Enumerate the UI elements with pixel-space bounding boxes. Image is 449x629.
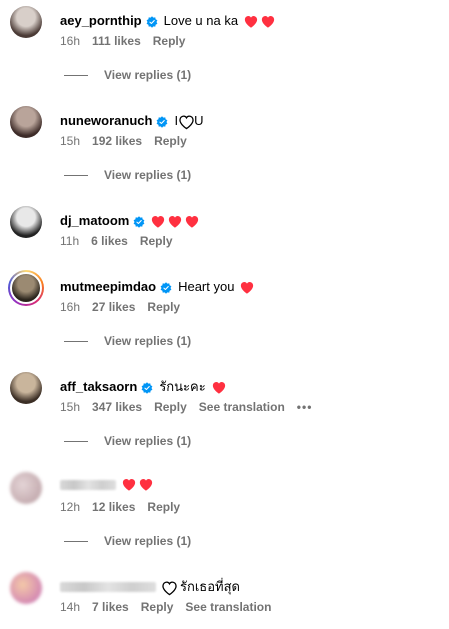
comment-text-after: U: [194, 113, 204, 128]
verified-badge-icon: [160, 281, 172, 294]
avatar[interactable]: [10, 106, 42, 138]
comment-text: รักนะคะ: [159, 379, 206, 394]
username-link[interactable]: aey_pornthip: [60, 12, 142, 30]
likes-count[interactable]: 6 likes: [91, 234, 128, 248]
comment-text: รักเธอที่สุด: [180, 579, 240, 594]
likes-count[interactable]: 192 likes: [92, 134, 142, 148]
view-replies-label: View replies (1): [104, 534, 192, 548]
comment-meta: 15h 192 likes Reply: [60, 134, 199, 148]
verified-badge-icon: [146, 15, 158, 28]
comment-body: dj_matoom: [60, 212, 199, 230]
likes-count[interactable]: 111 likes: [92, 34, 141, 48]
likes-count[interactable]: 27 likes: [92, 300, 135, 314]
avatar[interactable]: [8, 270, 44, 306]
red-heart-icon: [244, 15, 258, 28]
username-link[interactable]: nuneworanuch: [60, 112, 152, 130]
red-heart-icon: [122, 478, 136, 491]
red-heart-icon: [212, 381, 226, 394]
comment-meta: 16h 111 likes Reply: [60, 34, 197, 48]
more-options-icon[interactable]: •••: [297, 400, 313, 414]
replies-divider: [64, 440, 88, 442]
timestamp[interactable]: 15h: [60, 134, 80, 148]
likes-count[interactable]: 347 likes: [92, 400, 142, 414]
view-replies-label: View replies (1): [104, 334, 192, 348]
comment-body: aey_pornthip Love u na ka: [60, 12, 275, 30]
see-translation-button[interactable]: See translation: [199, 400, 285, 414]
red-heart-icon: [261, 15, 275, 28]
username-link[interactable]: aff_taksaorn: [60, 378, 137, 396]
username-link[interactable]: mutmeepimdao: [60, 278, 156, 296]
replies-divider: [64, 74, 88, 76]
see-translation-button[interactable]: See translation: [185, 600, 271, 614]
avatar[interactable]: [10, 6, 42, 38]
reply-button[interactable]: Reply: [140, 234, 173, 248]
comments-list: aey_pornthip Love u na ka 16h 111 likes Repl…: [0, 0, 449, 629]
red-heart-icon: [185, 215, 199, 228]
comment-meta: 16h 27 likes Reply: [60, 300, 192, 314]
timestamp[interactable]: 16h: [60, 300, 80, 314]
view-replies-button[interactable]: View replies (1): [64, 534, 191, 548]
verified-badge-icon: [156, 115, 168, 128]
red-heart-icon: [139, 478, 153, 491]
red-heart-icon: [168, 215, 182, 228]
comment-body: [60, 478, 153, 491]
avatar[interactable]: [10, 372, 42, 404]
avatar[interactable]: [10, 472, 42, 504]
replies-divider: [64, 340, 88, 342]
red-heart-icon: [240, 281, 254, 294]
timestamp[interactable]: 12h: [60, 500, 80, 514]
timestamp[interactable]: 11h: [60, 234, 79, 248]
comment-meta: 12h 12 likes Reply: [60, 500, 192, 514]
likes-count[interactable]: 12 likes: [92, 500, 135, 514]
blurred-username[interactable]: [60, 479, 116, 490]
timestamp[interactable]: 15h: [60, 400, 80, 414]
timestamp[interactable]: 16h: [60, 34, 80, 48]
avatar[interactable]: [10, 206, 42, 238]
comment-meta: 14h 7 likes Reply See translation: [60, 600, 283, 614]
replies-divider: [64, 174, 88, 176]
outline-heart-icon: [162, 580, 177, 595]
comment-meta: 15h 347 likes Reply See translation •••: [60, 400, 324, 414]
blurred-username[interactable]: [60, 582, 156, 592]
avatar[interactable]: [10, 572, 42, 604]
comment-body: aff_taksaorn รักนะคะ: [60, 378, 226, 396]
verified-badge-icon: [141, 381, 153, 394]
comment-body: mutmeepimdao Heart you: [60, 278, 254, 296]
comment-meta: 11h 6 likes Reply: [60, 234, 185, 248]
replies-divider: [64, 540, 88, 542]
reply-button[interactable]: Reply: [141, 600, 174, 614]
view-replies-button[interactable]: View replies (1): [64, 434, 191, 448]
comment-body: รักเธอที่สุด: [60, 578, 240, 596]
view-replies-button[interactable]: View replies (1): [64, 68, 191, 82]
reply-button[interactable]: Reply: [147, 500, 180, 514]
view-replies-button[interactable]: View replies (1): [64, 334, 191, 348]
comment-text: Love u na ka: [163, 13, 239, 28]
timestamp[interactable]: 14h: [60, 600, 80, 614]
reply-button[interactable]: Reply: [147, 300, 180, 314]
verified-badge-icon: [133, 215, 145, 228]
view-replies-label: View replies (1): [104, 434, 192, 448]
comment-text: Heart you: [178, 279, 235, 294]
red-heart-icon: [151, 215, 165, 228]
comment-text: I: [174, 113, 179, 128]
outline-heart-icon: [179, 114, 194, 129]
username-link[interactable]: dj_matoom: [60, 212, 129, 230]
comment-body: nuneworanuch I U: [60, 112, 203, 130]
likes-count[interactable]: 7 likes: [92, 600, 129, 614]
reply-button[interactable]: Reply: [154, 134, 187, 148]
reply-button[interactable]: Reply: [153, 34, 186, 48]
view-replies-label: View replies (1): [104, 168, 192, 182]
view-replies-button[interactable]: View replies (1): [64, 168, 191, 182]
view-replies-label: View replies (1): [104, 68, 192, 82]
reply-button[interactable]: Reply: [154, 400, 187, 414]
